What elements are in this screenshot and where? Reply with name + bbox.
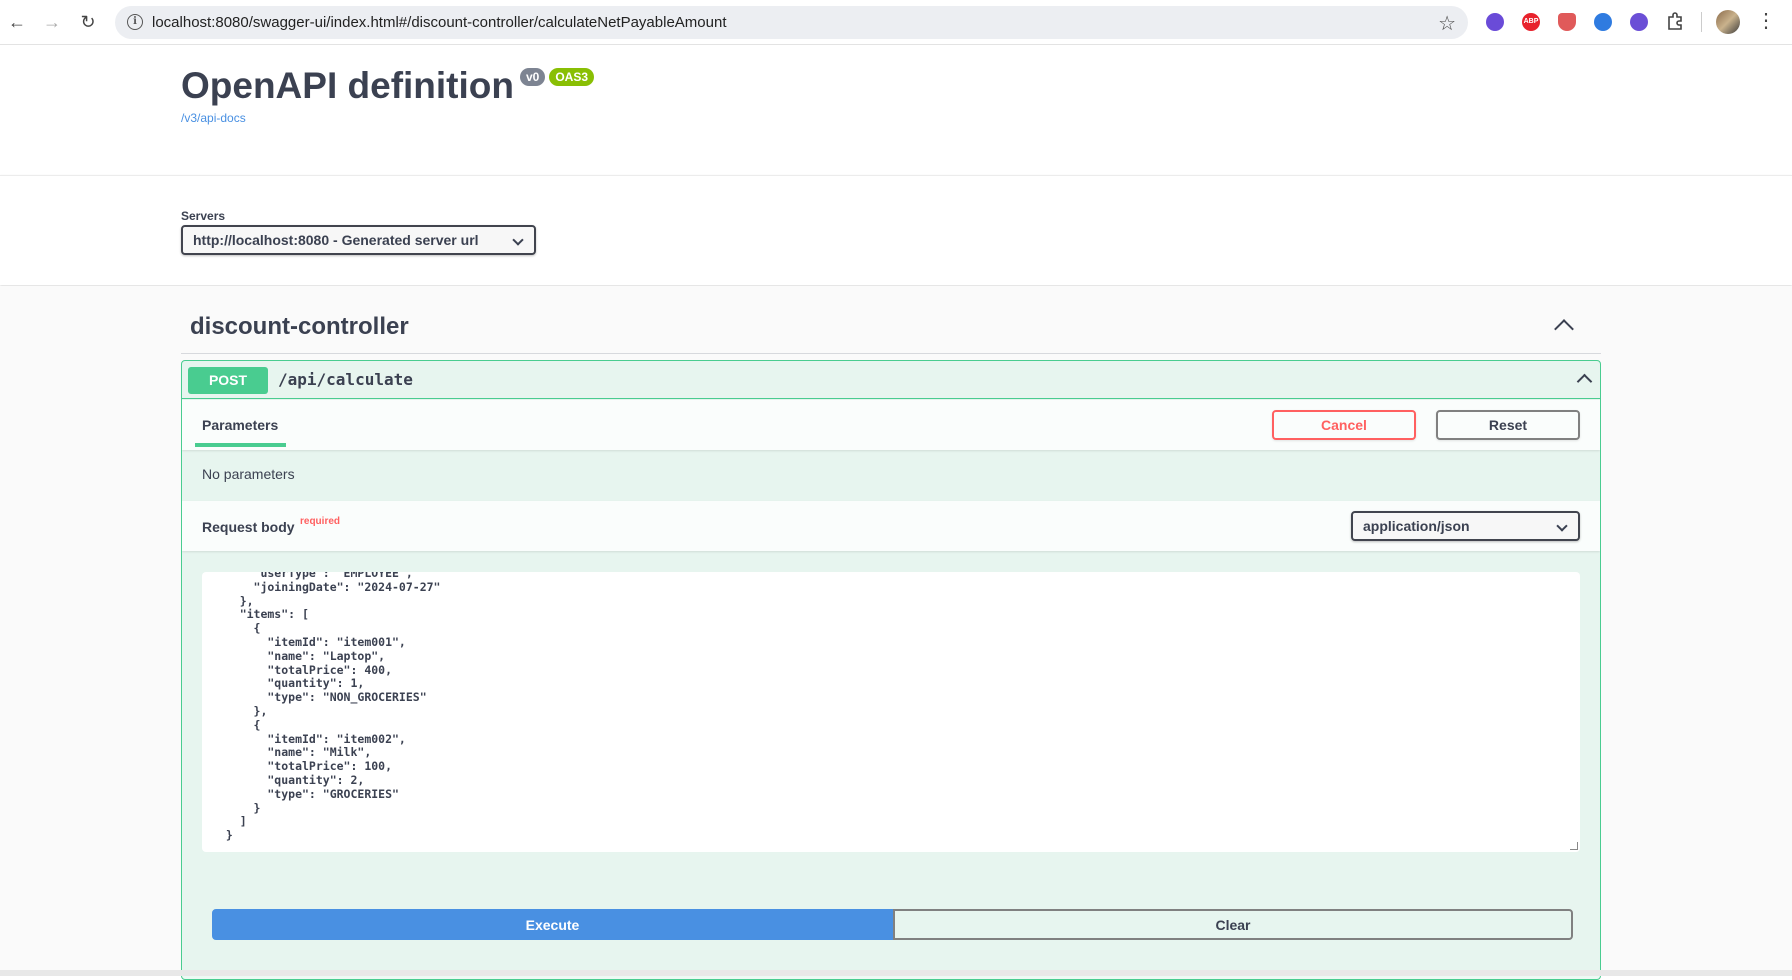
bookmark-star-icon[interactable]: ☆: [1438, 11, 1456, 36]
api-docs-link[interactable]: /v3/api-docs: [181, 111, 246, 125]
pulse-extension-icon[interactable]: [1630, 13, 1648, 31]
tab-active-underline: [195, 443, 286, 447]
shield-extension-icon[interactable]: [1558, 13, 1576, 31]
address-bar[interactable]: i localhost:8080/swagger-ui/index.html#/…: [115, 6, 1468, 39]
api-title: OpenAPI definition: [181, 65, 514, 106]
servers-label: Servers: [181, 209, 226, 223]
parameters-header: Parameters Cancel Reset: [182, 400, 1600, 450]
chevron-down-icon: [1556, 520, 1568, 532]
method-badge: POST: [188, 367, 268, 394]
servers-select[interactable]: http://localhost:8080 - Generated server…: [181, 225, 536, 255]
extensions-puzzle-icon[interactable]: [1666, 11, 1686, 31]
extension-purple-icon[interactable]: [1486, 13, 1504, 31]
clear-button[interactable]: Clear: [893, 909, 1573, 940]
resize-handle-icon[interactable]: [1570, 842, 1578, 850]
operation-collapse-chevron-icon[interactable]: [1576, 373, 1593, 390]
tag-title[interactable]: discount-controller: [190, 313, 409, 341]
tab-parameters[interactable]: Parameters: [202, 417, 278, 433]
required-label: required: [300, 516, 341, 527]
back-icon[interactable]: ←: [6, 11, 28, 33]
forward-icon[interactable]: →: [41, 11, 63, 33]
site-info-icon[interactable]: i: [127, 14, 143, 30]
chevron-down-icon: [512, 234, 524, 246]
reload-icon[interactable]: ↻: [77, 11, 99, 33]
request-body-header: Request body required application/json: [182, 501, 1600, 551]
execute-button[interactable]: Execute: [212, 909, 893, 940]
operation-block: POST /api/calculate Parameters Cancel Re…: [181, 360, 1601, 980]
request-body-text[interactable]: "userType": "EMPLOYEE", "joiningDate": "…: [212, 572, 441, 843]
url-text[interactable]: localhost:8080/swagger-ui/index.html#/di…: [152, 14, 726, 31]
browser-menu-icon[interactable]: ⋮: [1756, 10, 1776, 32]
globe-extension-icon[interactable]: [1594, 13, 1612, 31]
version-badge: v0: [519, 68, 546, 86]
content-type-value: application/json: [1363, 518, 1470, 534]
operation-path: /api/calculate: [278, 370, 413, 389]
adblock-plus-icon[interactable]: ABP: [1522, 13, 1540, 31]
servers-selected-value: http://localhost:8080 - Generated server…: [193, 232, 479, 248]
operation-summary[interactable]: POST /api/calculate: [182, 361, 1600, 399]
oas-badge: OAS3: [549, 68, 595, 86]
cancel-button[interactable]: Cancel: [1272, 410, 1416, 440]
toolbar-divider: [1701, 12, 1702, 32]
reset-button[interactable]: Reset: [1436, 410, 1580, 440]
profile-avatar[interactable]: [1716, 10, 1740, 34]
content-type-select[interactable]: application/json: [1351, 511, 1580, 541]
request-body-label: Request body: [202, 519, 295, 535]
browser-toolbar: ← → ↻ i localhost:8080/swagger-ui/index.…: [0, 0, 1792, 45]
tag-divider: [181, 353, 1601, 354]
api-title-row: OpenAPI definition v0 OAS3: [181, 62, 595, 110]
page-bottom-edge: [0, 970, 1792, 976]
request-body-editor[interactable]: "userType": "EMPLOYEE", "joiningDate": "…: [202, 572, 1580, 852]
no-parameters-text: No parameters: [202, 466, 295, 482]
